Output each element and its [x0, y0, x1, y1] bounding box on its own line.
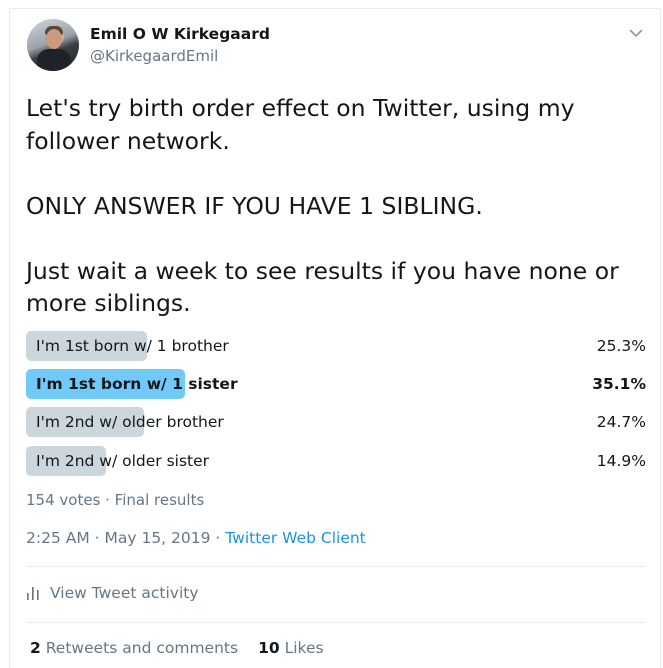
likes-label: Likes: [284, 639, 324, 657]
poll-option-label: I'm 1st born w/ 1 brother: [36, 337, 229, 355]
tweet-stats: 2 Retweets and comments 10 Likes: [30, 639, 324, 657]
chevron-down-icon[interactable]: [628, 26, 644, 40]
view-tweet-activity-button[interactable]: View Tweet activity: [26, 584, 199, 602]
avatar[interactable]: [27, 19, 79, 71]
retweets-label: Retweets and comments: [45, 639, 239, 657]
poll-option-percent: 35.1%: [592, 375, 646, 393]
retweets-stat[interactable]: 2 Retweets and comments: [30, 639, 238, 657]
divider: [26, 566, 646, 567]
retweets-count: 2: [30, 639, 41, 657]
avatar-shirt: [37, 49, 71, 71]
tweet-text: Let's try birth order effect on Twitter,…: [26, 94, 619, 317]
poll-option: I'm 2nd w/ older brother 24.7%: [26, 407, 646, 437]
poll-option-label: I'm 1st born w/ 1 sister: [36, 375, 238, 393]
timestamp-text[interactable]: 2:25 AM · May 15, 2019: [26, 529, 211, 547]
bar-chart-icon: [27, 587, 39, 600]
author-handle[interactable]: @KirkegaardEmil: [90, 47, 218, 65]
poll-option-percent: 14.9%: [596, 452, 646, 470]
separator: ·: [210, 529, 226, 547]
divider: [26, 622, 646, 623]
client-link[interactable]: Twitter Web Client: [225, 529, 365, 547]
avatar-face: [46, 29, 62, 49]
poll-option: I'm 2nd w/ older sister 14.9%: [26, 446, 646, 476]
likes-stat[interactable]: 10 Likes: [258, 639, 324, 657]
poll-option-label: I'm 2nd w/ older brother: [36, 413, 224, 431]
poll-option: I'm 1st born w/ 1 brother 25.3%: [26, 331, 646, 361]
poll-option-percent: 25.3%: [596, 337, 646, 355]
poll-votes: 154 votes · Final results: [26, 491, 205, 509]
poll-option-label: I'm 2nd w/ older sister: [36, 452, 210, 470]
author-name[interactable]: Emil O W Kirkegaard: [90, 25, 270, 43]
poll-option: I'm 1st born w/ 1 sister 35.1%: [26, 369, 646, 399]
poll-option-percent: 24.7%: [596, 413, 646, 431]
tweet-timestamp: 2:25 AM · May 15, 2019 · Twitter Web Cli…: [26, 529, 366, 547]
activity-label: View Tweet activity: [50, 584, 199, 602]
likes-count: 10: [258, 639, 280, 657]
